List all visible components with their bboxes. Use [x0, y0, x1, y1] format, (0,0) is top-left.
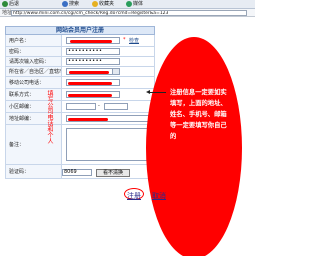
redacted-mark	[68, 94, 112, 97]
row-password: 密码： ••••••••••	[5, 47, 155, 57]
confirm-password-input[interactable]: ••••••••••	[66, 58, 120, 65]
redacted-mark	[70, 40, 112, 43]
dash-separator: -	[98, 103, 100, 109]
media-icon	[126, 1, 132, 7]
url-input[interactable]: http://www.mini.com.cn/cgi/cm_check/Reg.…	[11, 10, 247, 16]
back-arrow-icon	[2, 1, 8, 7]
row-remark: 备注：	[5, 125, 155, 165]
label-username: 用户名：	[6, 35, 62, 46]
label-postcode: 小区邮编：	[6, 101, 62, 112]
label-province: 所在省／自治区／直辖市：	[6, 67, 62, 76]
back-button[interactable]: 后退	[2, 1, 19, 8]
postcode-extra-input[interactable]	[104, 103, 128, 110]
search-icon	[62, 1, 68, 7]
page-content: 网站会员用户注册 用户名： * 检查 密码： •••••••••• 请再次输入密…	[0, 17, 255, 256]
label-phone: 移动公司电话：	[6, 77, 62, 88]
favorites-button[interactable]: 收藏夹	[92, 1, 114, 8]
redacted-mark	[68, 82, 112, 85]
register-button[interactable]: 注册	[127, 191, 141, 201]
label-remark: 备注：	[6, 125, 62, 164]
redacted-mark	[69, 71, 109, 74]
search-button[interactable]: 搜索	[62, 1, 79, 8]
row-province: 所在省／自治区／直辖市：	[5, 67, 155, 77]
address-bar: 地址 http://www.mini.com.cn/cgi/cm_check/R…	[0, 9, 255, 17]
callout-text: 注册信息一定要如实填写，上面的地址、姓名、手机号、邮箱等一定要填写你自己的	[170, 89, 227, 140]
row-phone: 移动公司电话：	[5, 77, 155, 89]
captcha-image[interactable]: 看不清换	[96, 169, 130, 177]
label-contact: 联系方式：	[6, 89, 62, 100]
label-password: 密码：	[6, 47, 62, 56]
star-icon	[92, 1, 98, 7]
row-address: 地址邮编：	[5, 113, 155, 125]
arrow-line	[148, 92, 166, 93]
row-confirm-password: 请再次输入密码： ••••••••••	[5, 57, 155, 67]
label-captcha: 验证码：	[6, 165, 62, 178]
redacted-mark	[68, 118, 108, 121]
arrow-head-icon	[146, 90, 150, 94]
cancel-button[interactable]: 取消	[152, 191, 166, 201]
vertical-note: 填写公司电话和个人	[46, 90, 53, 144]
row-postcode: 小区邮编： -	[5, 101, 155, 113]
label-confirm-password: 请再次输入密码：	[6, 57, 62, 66]
row-username: 用户名： * 检查	[5, 35, 155, 47]
required-star: *	[123, 37, 126, 43]
check-username-link[interactable]: 检查	[129, 37, 139, 44]
row-contact: 联系方式：	[5, 89, 155, 101]
postcode-input[interactable]	[66, 103, 96, 110]
password-input[interactable]: ••••••••••	[66, 48, 120, 55]
browser-toolbar: 后退 搜索 收藏夹 媒体	[0, 0, 255, 9]
label-address: 地址邮编：	[6, 113, 62, 124]
media-button[interactable]: 媒体	[126, 1, 143, 8]
form-title: 网站会员用户注册	[5, 26, 155, 35]
callout-ellipse	[146, 37, 242, 256]
captcha-input[interactable]: 8069	[62, 169, 92, 176]
remark-textarea[interactable]	[66, 128, 150, 161]
